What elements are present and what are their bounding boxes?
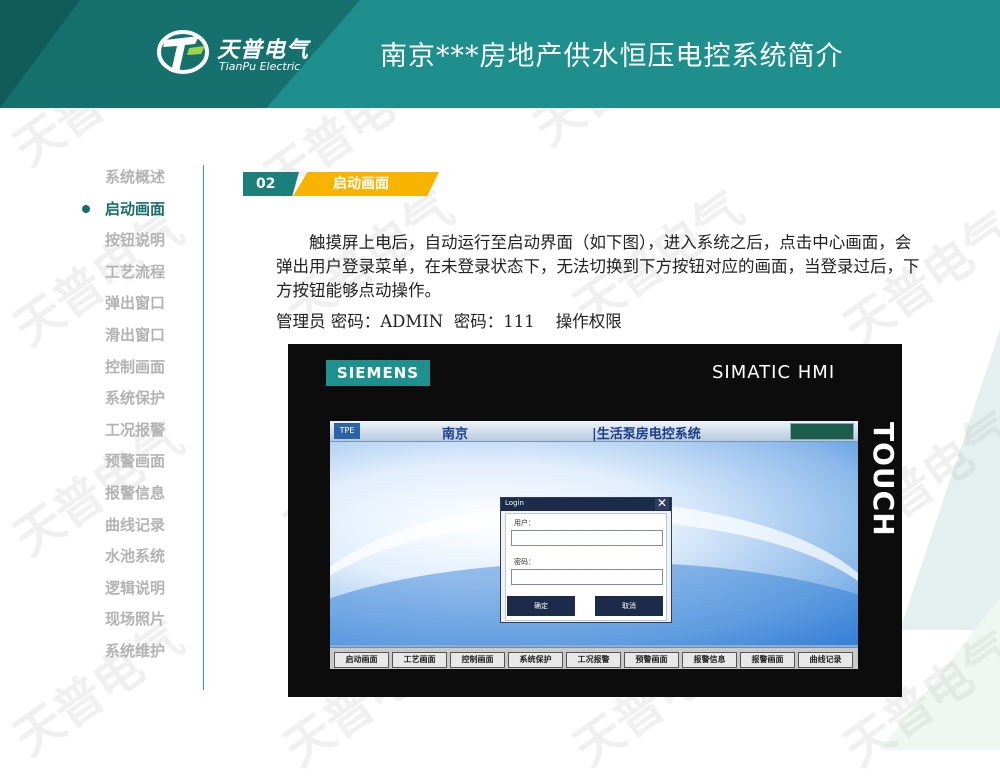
- nav-item-logic[interactable]: 逻辑说明: [80, 576, 190, 608]
- nav-item-label: 滑出窗口: [105, 325, 166, 344]
- hmi-logo-icon: TPE: [334, 423, 360, 439]
- nav-item-condition-alarm[interactable]: 工况报警: [80, 418, 190, 450]
- nav-item-curve-record[interactable]: 曲线记录: [80, 513, 190, 545]
- nav-item-system-protection[interactable]: 系统保护: [80, 386, 190, 418]
- section-name: 启动画面: [293, 172, 439, 196]
- page-title: 南京***房地产供水恒压电控系统简介: [380, 41, 844, 72]
- header-bar: 天普电气 TianPu Electric 南京***房地产供水恒压电控系统简介: [0, 0, 1000, 108]
- hmi-button-condition-alarm[interactable]: 工况报警: [566, 652, 621, 668]
- nav-item-label: 曲线记录: [105, 515, 166, 534]
- nav-item-buttons[interactable]: 按钮说明: [80, 228, 190, 260]
- hmi-clock-display: [790, 423, 854, 440]
- hmi-button-startup[interactable]: 启动画面: [334, 652, 389, 668]
- nav-item-site-photos[interactable]: 现场照片: [80, 607, 190, 639]
- section-header: 启动画面 02: [243, 172, 443, 196]
- nav-item-slide-window[interactable]: 滑出窗口: [80, 323, 190, 355]
- nav-item-label: 按钮说明: [105, 231, 166, 250]
- password-label: 密码：: [514, 558, 535, 566]
- hmi-city-label: 南京: [442, 427, 469, 442]
- nav-item-warning-screen[interactable]: 预警画面: [80, 449, 190, 481]
- hmi-button-alarm-info[interactable]: 报警信息: [682, 652, 737, 668]
- section-number: 02: [243, 172, 299, 196]
- nav-item-overview[interactable]: 系统概述: [80, 165, 190, 197]
- nav-item-label: 启动画面: [105, 199, 166, 218]
- nav-item-label: 系统保护: [105, 389, 166, 408]
- credentials-text: 管理员 密码：ADMIN 密码：111 操作权限: [276, 312, 622, 331]
- hmi-screen: TPE 南京 |生活泵房电控系统 Login ✕ 用户： 密码： 确定 取消 启…: [330, 421, 858, 669]
- password-field[interactable]: [511, 569, 663, 585]
- nav-item-pool-system[interactable]: 水池系统: [80, 544, 190, 576]
- login-title: Login: [505, 499, 524, 507]
- nav-item-label: 报警信息: [105, 483, 166, 502]
- description-text: 触摸屏上电后，自动运行至启动界面（如下图），进入系统之后，点击中心画面，会弹出用…: [276, 233, 920, 300]
- siemens-logo: SIEMENS: [326, 360, 430, 386]
- hmi-background[interactable]: Login ✕ 用户： 密码： 确定 取消: [330, 442, 858, 669]
- touch-label: TOUCH: [867, 422, 900, 537]
- hmi-button-process[interactable]: 工艺画面: [392, 652, 447, 668]
- nav-item-popup-window[interactable]: 弹出窗口: [80, 291, 190, 323]
- nav-item-label: 系统维护: [105, 641, 166, 660]
- hmi-button-protection[interactable]: 系统保护: [508, 652, 563, 668]
- hmi-button-bar: 启动画面 工艺画面 控制画面 系统保护 工况报警 预警画面 报警信息 报警画面 …: [330, 647, 858, 669]
- nav-item-startup-screen[interactable]: 启动画面: [80, 197, 190, 229]
- hmi-title-bar: TPE 南京 |生活泵房电控系统: [330, 421, 858, 442]
- nav-item-label: 逻辑说明: [105, 578, 166, 597]
- active-dot-icon: [82, 204, 90, 213]
- company-logo: 天普电气 TianPu Electric: [155, 28, 335, 78]
- close-icon[interactable]: ✕: [655, 497, 669, 510]
- nav-item-label: 系统概述: [105, 168, 166, 186]
- nav-item-maintenance[interactable]: 系统维护: [80, 639, 190, 671]
- hmi-button-alarm-screen[interactable]: 报警画面: [740, 652, 795, 668]
- nav-item-control-screen[interactable]: 控制画面: [80, 355, 190, 387]
- hmi-button-curve[interactable]: 曲线记录: [798, 652, 853, 668]
- nav-item-label: 预警画面: [105, 452, 166, 471]
- hmi-panel-image: SIEMENS SIMATIC HMI TOUCH TPE 南京 |生活泵房电控…: [288, 344, 902, 697]
- nav-item-label: 工况报警: [105, 420, 166, 439]
- username-field[interactable]: [511, 530, 663, 546]
- cancel-button[interactable]: 取消: [595, 596, 663, 616]
- nav-item-process-flow[interactable]: 工艺流程: [80, 260, 190, 292]
- nav-item-label: 控制画面: [105, 357, 166, 376]
- background-shape: [900, 330, 1000, 630]
- nav-item-alarm-info[interactable]: 报警信息: [80, 481, 190, 513]
- hmi-button-warning[interactable]: 预警画面: [624, 652, 679, 668]
- hmi-button-control[interactable]: 控制画面: [450, 652, 505, 668]
- confirm-button[interactable]: 确定: [507, 596, 575, 616]
- user-label: 用户：: [514, 519, 535, 527]
- login-title-bar: Login ✕: [501, 497, 671, 511]
- logo-mark-icon: [157, 30, 209, 74]
- nav-item-label: 工艺流程: [105, 262, 166, 281]
- nav-item-label: 水池系统: [105, 547, 166, 566]
- nav-item-label: 弹出窗口: [105, 294, 166, 313]
- hmi-model-label: SIMATIC HMI: [712, 362, 836, 383]
- hmi-system-title: |生活泵房电控系统: [592, 427, 701, 442]
- nav-divider: [203, 165, 204, 690]
- logo-subtitle: TianPu Electric: [219, 60, 301, 73]
- nav-item-label: 现场照片: [105, 610, 166, 629]
- login-dialog: Login ✕ 用户： 密码： 确定 取消: [500, 497, 672, 623]
- sidebar-nav: 系统概述 启动画面 按钮说明 工艺流程 弹出窗口 滑出窗口 控制画面 系统保护 …: [80, 165, 190, 671]
